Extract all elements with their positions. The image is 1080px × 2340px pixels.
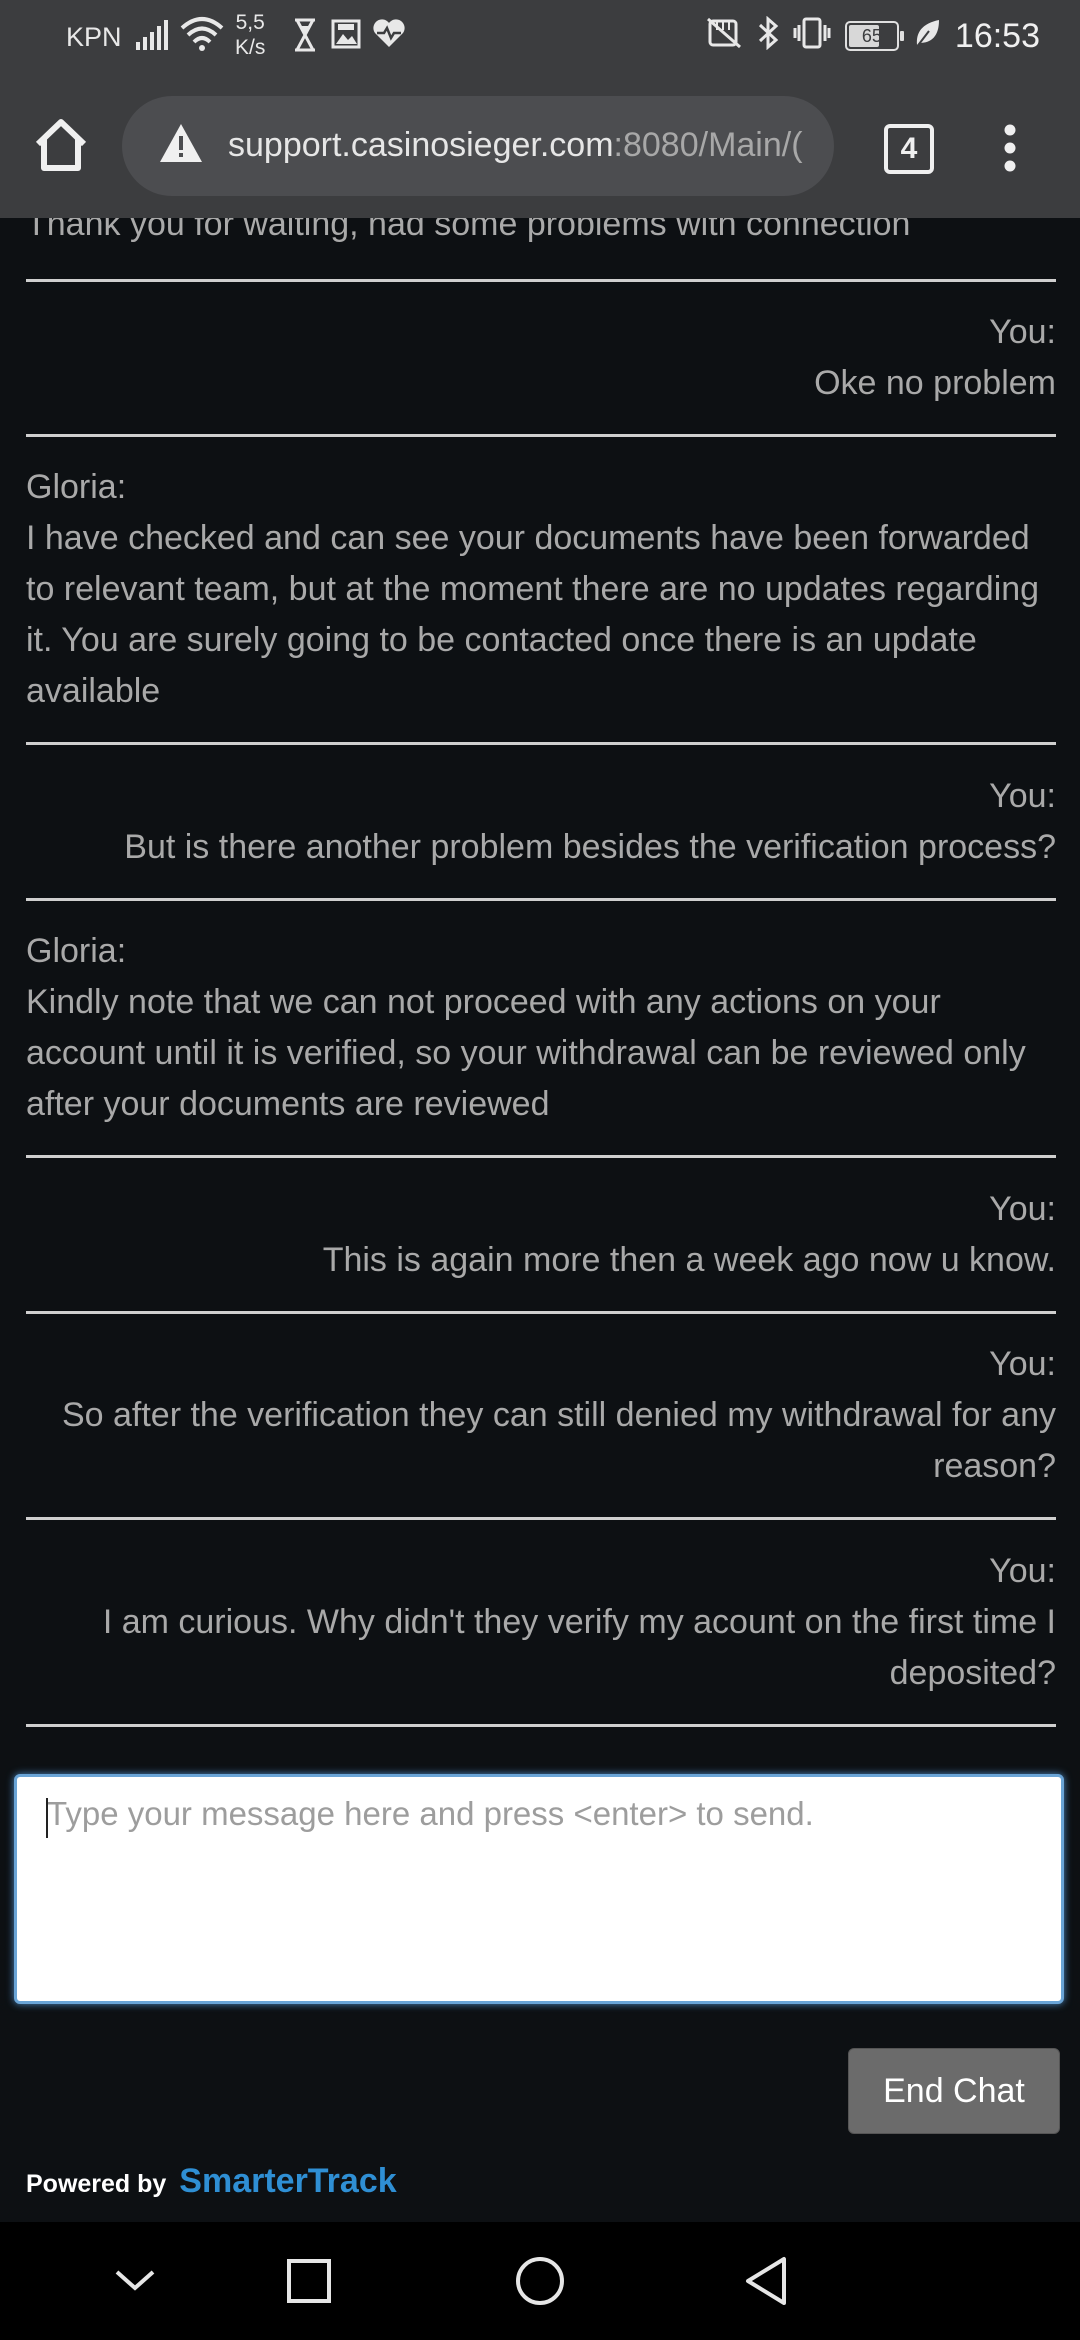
not-secure-warning-icon[interactable] (158, 122, 204, 169)
circle-icon (516, 2257, 564, 2305)
message-sender: You: (989, 313, 1056, 351)
message-sender: You: (989, 1552, 1056, 1590)
chat-message: Thank you for waiting, had some problems… (26, 218, 1056, 250)
battery-icon: 65 (844, 21, 904, 51)
message-text: But is there another problem besides the… (124, 828, 1056, 866)
brand-link[interactable]: SmarterTrack (179, 2162, 396, 2200)
home-icon (35, 119, 87, 171)
clock-time: 16:53 (954, 16, 1040, 55)
back-button[interactable] (742, 2252, 792, 2313)
carrier-name: KPN (66, 22, 122, 52)
message-text: This is again more then a week ago now u… (322, 1241, 1056, 1279)
net-speed-unit: K/s (235, 36, 266, 59)
bluetooth-icon (757, 15, 779, 57)
chat-message: You: So after the verification they can … (26, 1339, 1056, 1492)
address-bar[interactable]: support.casinosieger.com:8080/Main/( (122, 96, 834, 196)
message-sender: Gloria: (26, 932, 127, 970)
status-bar: KPN 5,5 K/s 65 16:53 (0, 0, 1080, 74)
chat-message: You: I am curious. Why didn't they verif… (26, 1546, 1056, 1699)
net-speed-value: 5,5 (235, 11, 265, 34)
overflow-menu-button[interactable] (990, 122, 1030, 174)
message-text: I have checked and can see your document… (26, 519, 1040, 710)
leaf-icon (913, 17, 941, 56)
chat-message: Gloria: Kindly note that we can not proc… (26, 926, 1056, 1130)
message-divider (26, 898, 1056, 901)
powered-by-label: Powered by (26, 2170, 167, 2198)
chat-message: You: But is there another problem beside… (26, 771, 1056, 873)
message-text: Oke no problem (814, 364, 1056, 402)
chat-message: You: This is again more then a week ago … (26, 1184, 1056, 1286)
powered-by: Powered by SmarterTrack (26, 2162, 397, 2201)
browser-toolbar: support.casinosieger.com:8080/Main/( 4 (0, 74, 1080, 218)
message-input[interactable] (14, 1774, 1064, 2004)
end-chat-button[interactable]: End Chat (848, 2048, 1060, 2134)
screen: KPN 5,5 K/s 65 16:53 support.casinosiege… (0, 0, 1080, 2340)
home-button[interactable] (30, 114, 92, 176)
message-text: So after the verification they can still… (61, 1396, 1056, 1485)
net-speed: 5,5 K/s (235, 10, 265, 60)
message-text: Thank you for waiting, had some problems… (26, 218, 911, 243)
url-path: :8080/Main/( (613, 126, 803, 164)
message-divider (26, 434, 1056, 437)
vibrate-icon (793, 16, 831, 57)
wifi-icon (180, 16, 224, 59)
no-sim-icon (705, 16, 743, 57)
battery-level: 65 (861, 26, 882, 46)
status-right: 65 16:53 (705, 14, 1040, 58)
message-divider (26, 1517, 1056, 1520)
url-text[interactable]: support.casinosieger.com:8080/Main/( (228, 126, 803, 165)
text-cursor (46, 1798, 48, 1838)
chat-message: You: Oke no problem (26, 307, 1056, 409)
url-host: support.casinosieger.com (228, 126, 614, 164)
hourglass-icon (292, 18, 318, 59)
system-navigation-bar (0, 2222, 1080, 2340)
message-sender: You: (989, 1190, 1056, 1228)
message-divider (26, 742, 1056, 745)
message-text: Kindly note that we can not proceed with… (26, 983, 1026, 1123)
square-icon (287, 2259, 331, 2303)
hide-keyboard-button[interactable] (112, 2252, 158, 2313)
home-nav-button[interactable] (512, 2252, 568, 2313)
message-sender: You: (989, 1345, 1056, 1383)
tab-switcher-button[interactable]: 4 (884, 124, 934, 174)
triangle-back-icon (746, 2257, 786, 2305)
message-text: I am curious. Why didn't they verify my … (102, 1603, 1056, 1692)
message-divider (26, 279, 1056, 282)
chevron-down-icon (115, 2270, 155, 2291)
message-sender: Gloria: (26, 468, 127, 506)
more-vert-icon (1004, 124, 1016, 172)
chat-transcript[interactable]: Thank you for waiting, had some problems… (0, 218, 1080, 1748)
message-divider (26, 1724, 1056, 1727)
signal-icon (136, 20, 172, 57)
message-sender: You: (989, 777, 1056, 815)
recents-button[interactable] (284, 2252, 334, 2313)
chat-message: Gloria: I have checked and can see your … (26, 462, 1056, 717)
gallery-icon (330, 18, 362, 57)
health-icon (372, 18, 406, 55)
message-divider (26, 1155, 1056, 1158)
message-divider (26, 1311, 1056, 1314)
